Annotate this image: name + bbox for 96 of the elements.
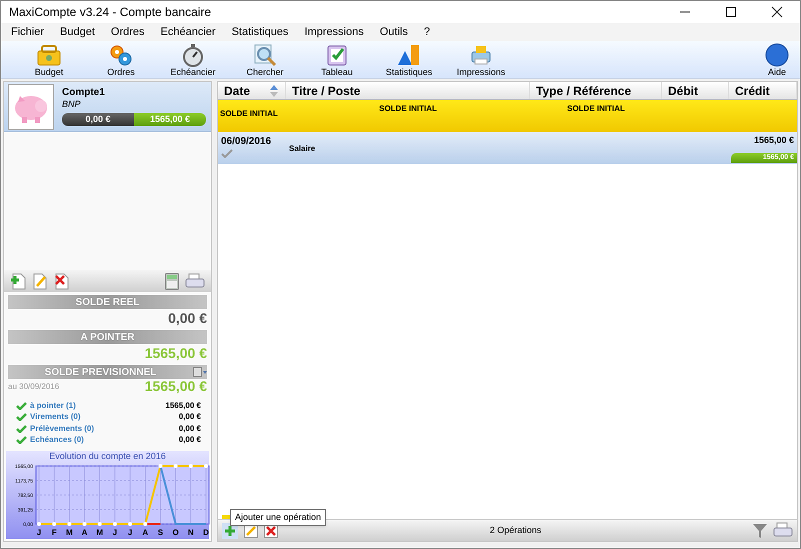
data-point bbox=[98, 522, 102, 526]
check-icon bbox=[16, 402, 27, 410]
magnifier-icon bbox=[252, 43, 278, 67]
data-point bbox=[143, 522, 148, 526]
table-row[interactable]: SOLDE INITIAL SOLDE INITIAL SOLDE INITIAL bbox=[218, 100, 797, 132]
axis-label: J bbox=[36, 528, 42, 537]
summary-link[interactable]: Prélèvements (0) bbox=[30, 422, 179, 435]
summary-link[interactable]: Echéances (0) bbox=[30, 434, 179, 446]
gears-icon bbox=[108, 43, 134, 67]
data-point bbox=[128, 522, 132, 526]
toolbar-button[interactable]: Echéancier bbox=[157, 42, 229, 78]
calendar-dropdown-icon[interactable] bbox=[193, 367, 207, 377]
menu-item[interactable]: Outils bbox=[374, 24, 414, 40]
filter-icon[interactable] bbox=[753, 522, 767, 538]
axis-label: M bbox=[96, 528, 104, 537]
data-point bbox=[204, 464, 208, 468]
toolbar-button[interactable]: Statistiques bbox=[373, 42, 445, 78]
axis-label: M bbox=[66, 528, 73, 537]
data-point bbox=[67, 522, 72, 526]
menu-item[interactable]: Impressions bbox=[298, 24, 370, 40]
check-icon[interactable] bbox=[221, 149, 233, 158]
account-name: Compte1 bbox=[62, 87, 106, 99]
forecast-date: au 30/09/2016 bbox=[8, 381, 60, 393]
toolbar-button[interactable]: Impressions bbox=[445, 42, 517, 78]
column-header[interactable]: Date bbox=[218, 82, 286, 99]
data-point bbox=[37, 522, 41, 526]
column-header[interactable]: Crédit bbox=[729, 82, 797, 99]
toolbar-button[interactable]: Ordres bbox=[85, 42, 157, 78]
operation-count: 2 Opérations bbox=[488, 524, 542, 537]
menu-item[interactable]: Ordres bbox=[104, 24, 151, 40]
axis-label: F bbox=[52, 528, 57, 537]
printer-icon[interactable] bbox=[773, 522, 793, 539]
shapes-icon bbox=[396, 43, 422, 67]
menu-item[interactable]: Budget bbox=[54, 24, 101, 40]
bank-name: BNP bbox=[62, 99, 82, 110]
toolbar-button[interactable]: Tableau bbox=[301, 42, 373, 78]
balance-bar: 1565,00 € bbox=[134, 113, 206, 126]
balance-amount: 1565,00 € bbox=[144, 377, 207, 396]
data-point bbox=[188, 464, 193, 468]
piggy-bank-icon bbox=[8, 84, 54, 130]
check-icon bbox=[16, 424, 27, 433]
toolbar-button[interactable]: Chercher bbox=[229, 42, 301, 78]
data-point bbox=[112, 522, 117, 526]
balance-amount: 1565,00 € bbox=[144, 344, 208, 362]
menu-item[interactable]: Fichier bbox=[5, 24, 50, 40]
data-point bbox=[158, 464, 162, 468]
toolbar-button[interactable]: Budget bbox=[13, 42, 85, 78]
axis-label: D bbox=[203, 528, 209, 537]
delete-document-icon[interactable] bbox=[54, 272, 70, 290]
section-header: SOLDE PREVISIONNEL bbox=[44, 366, 158, 380]
menu-item[interactable]: Statistiques bbox=[226, 24, 294, 40]
check-icon bbox=[16, 436, 27, 444]
axis-label: A bbox=[142, 528, 148, 537]
data-point bbox=[52, 522, 56, 526]
table-cell-text: 06/09/2016 bbox=[221, 135, 272, 149]
axis-label: A bbox=[82, 528, 88, 537]
tooltip: Ajouter une opération bbox=[230, 508, 326, 526]
sort-icon[interactable] bbox=[269, 84, 279, 98]
section-header: SOLDE REEL bbox=[8, 295, 207, 309]
table-cell-text: SOLDE INITIAL bbox=[379, 103, 437, 115]
axis-label: S bbox=[158, 528, 164, 537]
data-point bbox=[174, 464, 178, 468]
summary-amount: 0,00 € bbox=[178, 434, 201, 446]
axis-label: J bbox=[128, 528, 132, 537]
edit-document-icon[interactable] bbox=[32, 272, 48, 290]
data-point bbox=[82, 522, 87, 526]
calculator-icon[interactable] bbox=[165, 272, 179, 290]
table-cell: SOLDE INITIAL bbox=[220, 109, 278, 118]
axis-label: O bbox=[172, 528, 179, 537]
table-cell-text: SOLDE INITIAL bbox=[567, 103, 625, 115]
summary-amount: 0,00 € bbox=[178, 411, 201, 424]
stopwatch-icon bbox=[180, 43, 206, 67]
toolbox-icon bbox=[36, 43, 62, 67]
window-title: MaxiCompte v3.24 - Compte bancaire bbox=[9, 4, 212, 21]
add-document-icon[interactable] bbox=[10, 272, 26, 290]
axis-label: N bbox=[188, 528, 194, 537]
summary-link[interactable]: Virements (0) bbox=[30, 411, 179, 424]
summary-amount: 1565,00 € bbox=[165, 400, 201, 412]
summary-amount: 0,00 € bbox=[178, 422, 201, 435]
table-cell: Salaire bbox=[289, 144, 316, 153]
help-button[interactable]: Aide bbox=[760, 42, 794, 78]
summary-link[interactable]: à pointer (1) bbox=[30, 400, 166, 412]
column-header[interactable]: Type / Référence bbox=[530, 82, 662, 99]
account-card[interactable]: Compte1 BNP 0,00 € 1565,00 € bbox=[4, 82, 211, 132]
check-icon bbox=[16, 413, 27, 422]
table-cell-text: 1565,00 € bbox=[754, 134, 795, 147]
balance-amount: 0,00 € bbox=[167, 309, 208, 327]
chart-title: Evolution du compte en 2016 bbox=[48, 451, 167, 462]
section-header: A POINTER bbox=[8, 330, 207, 344]
menu-item[interactable]: Echéancier bbox=[154, 24, 222, 40]
balance-bar: 0,00 € bbox=[62, 113, 134, 126]
column-header[interactable]: Débit bbox=[662, 82, 729, 99]
menu-item[interactable]: ? bbox=[418, 24, 436, 40]
column-header[interactable]: Titre / Poste bbox=[286, 82, 530, 99]
axis-label: J bbox=[112, 528, 118, 537]
printer-icon[interactable] bbox=[185, 272, 205, 290]
